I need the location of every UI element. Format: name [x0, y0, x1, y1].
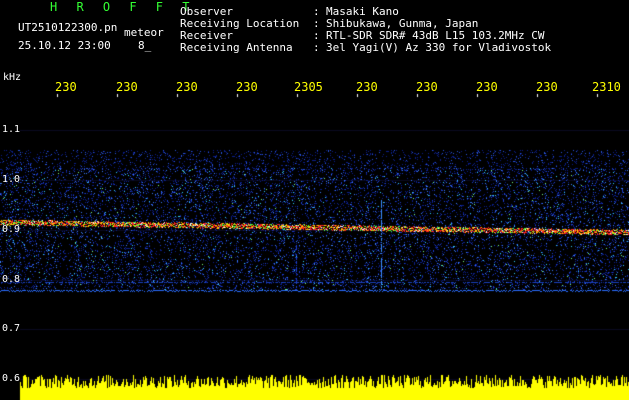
x-tick: 2310: [592, 80, 621, 94]
x-tick: 230: [356, 80, 378, 94]
y-tick: 0.6: [2, 373, 21, 384]
x-tick: 230: [116, 80, 138, 94]
spectrogram-waterfall: [0, 0, 629, 400]
x-tick: 230: [55, 80, 77, 94]
x-tick: 230: [236, 80, 258, 94]
y-tick: 0.9: [2, 224, 21, 235]
x-tick: 230: [416, 80, 438, 94]
antenna-colon: :: [313, 41, 320, 54]
y-tick: 0.7: [2, 323, 21, 334]
app-title: H R O F F T: [50, 0, 196, 14]
count-label: 8_: [138, 39, 152, 52]
mode-label: meteor: [124, 26, 164, 39]
x-tick: 230: [476, 80, 498, 94]
y-tick: 0.8: [2, 274, 21, 285]
y-tick: 1.0: [2, 174, 21, 185]
filename-label: UT2510122300.pn: [18, 21, 118, 34]
x-tick: 230: [176, 80, 198, 94]
datetime-label: 25.10.12 23:00: [18, 39, 111, 52]
antenna-value: 3el Yagi(V) Az 330 for Vladivostok: [326, 41, 552, 54]
y-axis-unit: kHz: [3, 72, 22, 83]
x-tick: 2305: [294, 80, 323, 94]
y-tick: 1.1: [2, 124, 21, 135]
x-tick: 230: [536, 80, 558, 94]
antenna-label: Receiving Antenna: [180, 41, 293, 54]
